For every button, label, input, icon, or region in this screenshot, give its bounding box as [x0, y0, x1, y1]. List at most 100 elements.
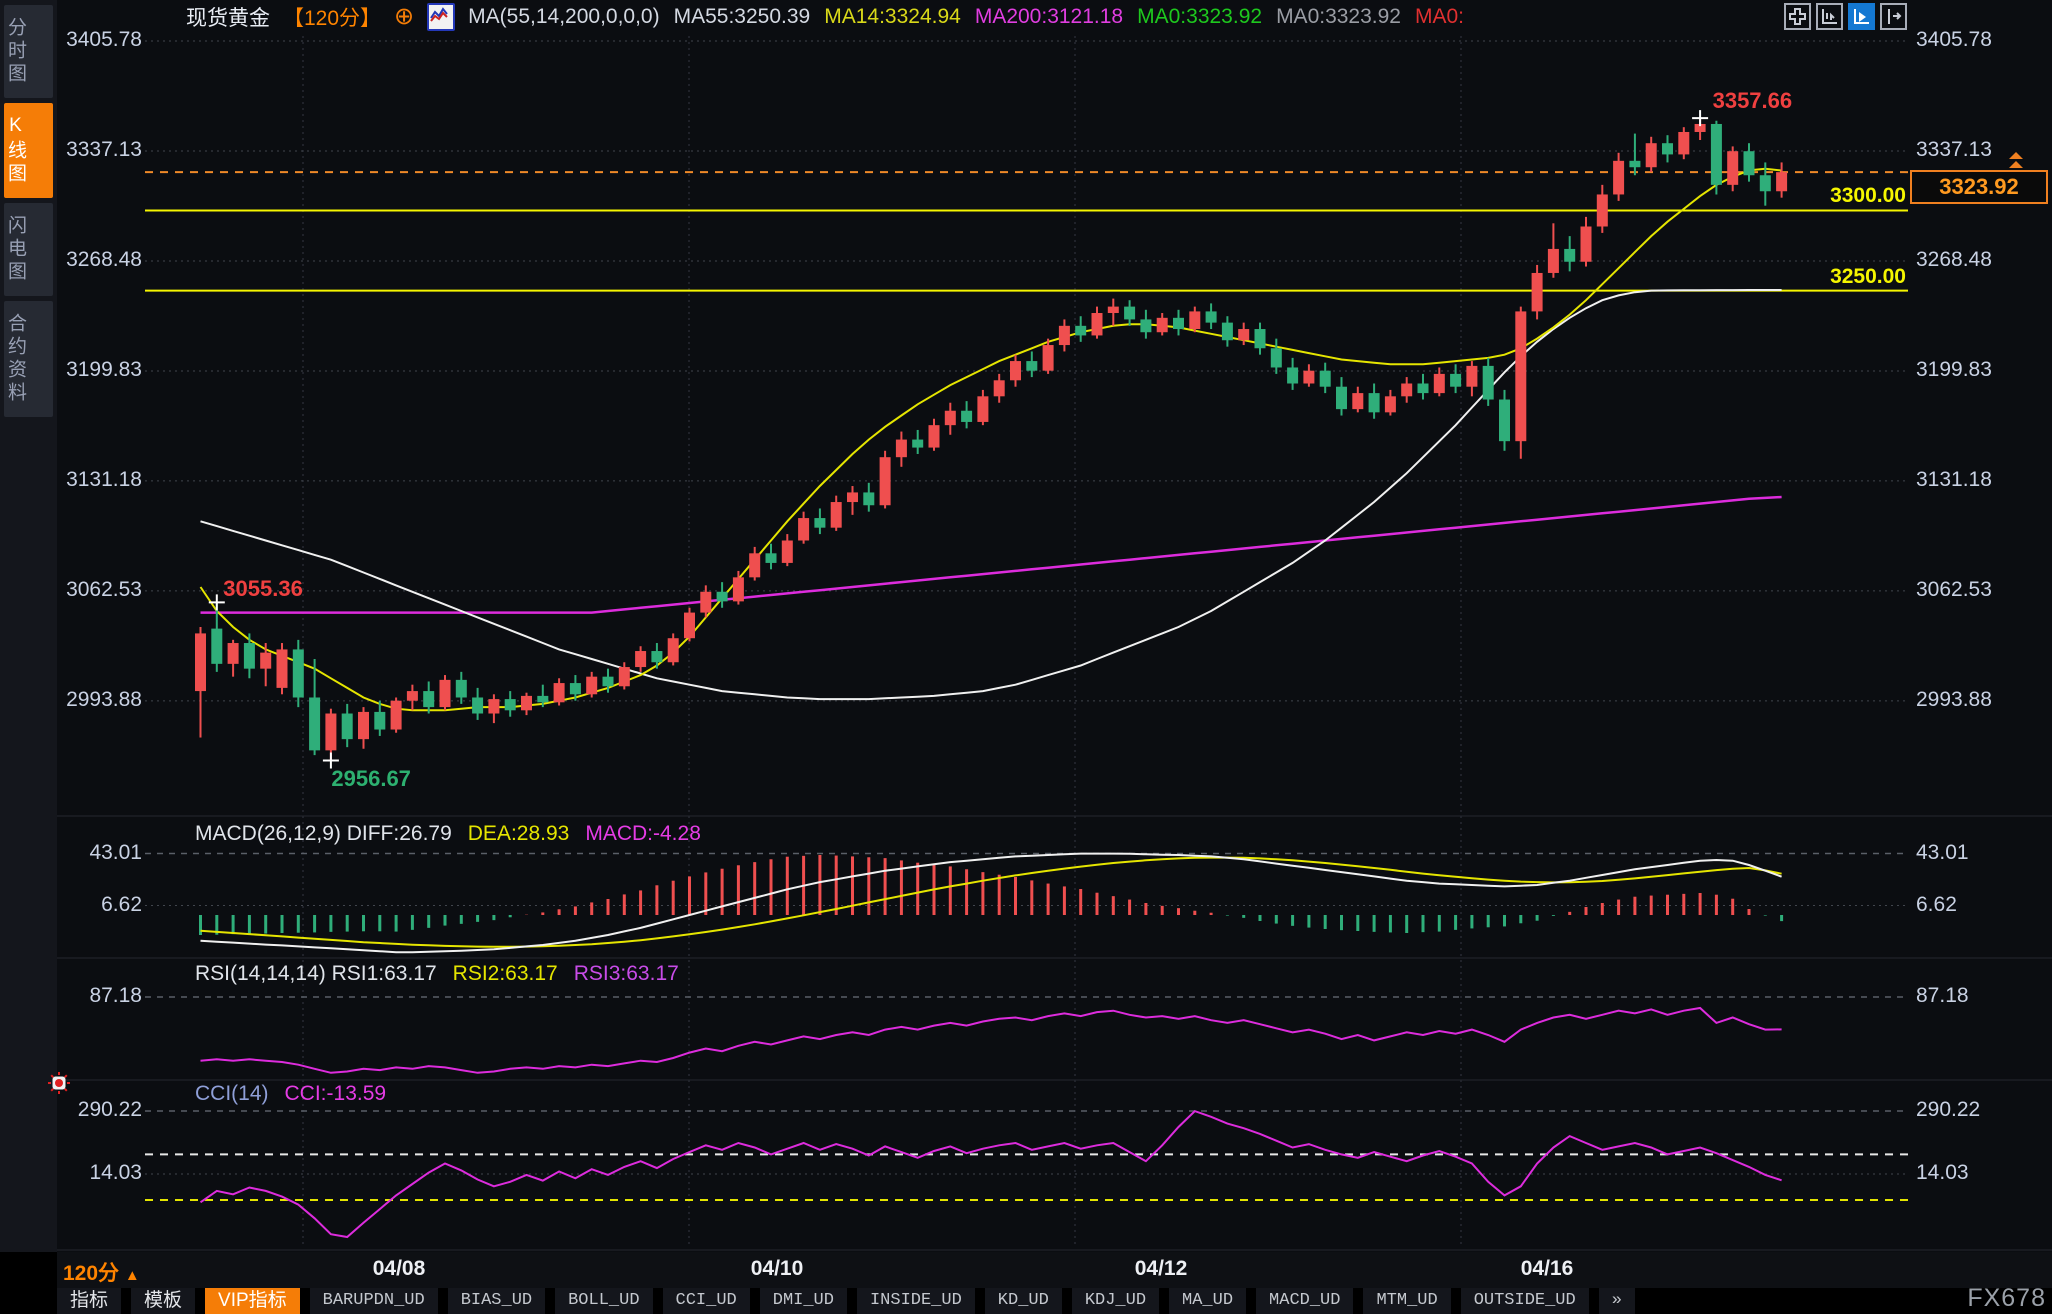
candle-body [1564, 248, 1576, 262]
candle-body [358, 711, 369, 740]
ma-legend-item: MA200:3121.18 [974, 5, 1124, 28]
sidebar-tab-合约资料[interactable]: 合约资料 [4, 301, 53, 417]
bottom-tab-DMI_UD[interactable]: DMI_UD [759, 1288, 847, 1314]
candle-body [1482, 365, 1494, 400]
alert-sun-icon[interactable] [48, 1072, 70, 1094]
price-axis-label-left: 3199.83 [66, 357, 142, 381]
extreme-price-label: 3055.36 [223, 576, 303, 602]
price-axis-label-right: 2993.88 [1916, 687, 1992, 711]
sidebar-tab-K线图[interactable]: K线图 [4, 103, 53, 198]
candle-body [781, 540, 793, 563]
bottom-tab-MA_UD[interactable]: MA_UD [1169, 1288, 1247, 1314]
candle-body [977, 396, 989, 422]
candle-body [260, 652, 272, 669]
candle-body [553, 683, 565, 703]
axis-play-button[interactable] [1848, 3, 1875, 30]
symbol-title: 现货黄金 [186, 7, 270, 30]
candle-body [537, 695, 549, 703]
candle-body [814, 518, 826, 528]
candle-body [390, 700, 402, 730]
price-up-arrows-icon [2006, 152, 2026, 174]
bottom-tab-OUTSIDE_UD[interactable]: OUTSIDE_UD [1460, 1288, 1589, 1314]
candle-body [684, 612, 695, 639]
rsi-axis-label-left: 87.18 [89, 984, 142, 1007]
sidebar-tab-闪电图[interactable]: 闪电图 [4, 203, 53, 296]
candle-body [439, 679, 451, 708]
bottom-tab-MACD_UD[interactable]: MACD_UD [1256, 1288, 1354, 1314]
bottom-tab-指标[interactable]: 指标 [57, 1288, 122, 1314]
candle-body [1417, 383, 1429, 394]
candle-body [325, 713, 337, 751]
candle-body [602, 676, 614, 687]
brand-watermark: FX678 [1967, 1284, 2046, 1312]
candle-body [243, 643, 255, 669]
candle-body [1058, 325, 1070, 346]
candle-body [455, 679, 467, 698]
candle-body [472, 697, 484, 714]
candle-body [1662, 143, 1673, 155]
axis-bars-button[interactable] [1816, 3, 1843, 30]
layout-grid-button[interactable] [1784, 3, 1811, 30]
candle-body [1124, 306, 1136, 320]
cci-axis-label-right: 14.03 [1916, 1161, 1969, 1184]
last-price-value: 3323.92 [1939, 174, 2019, 199]
price-axis-label-left: 3062.53 [66, 577, 142, 601]
macd-axis-label-left: 6.62 [101, 892, 142, 916]
price-axis-label-left: 3405.78 [66, 28, 142, 52]
level-label: 3250.00 [1830, 264, 1906, 288]
rsi-legend-item: RSI2:63.17 [452, 962, 558, 985]
bottom-tab-KD_UD[interactable]: KD_UD [984, 1288, 1062, 1314]
candle-body [1221, 322, 1233, 341]
candle-body [1140, 319, 1152, 333]
candle-body [341, 713, 353, 740]
candle-body [1173, 317, 1184, 330]
candle-body [847, 492, 858, 503]
collapse-panel-button[interactable] [1880, 3, 1907, 30]
bottom-tab-BARUPDN_UD[interactable]: BARUPDN_UD [309, 1288, 438, 1314]
macd-axis-label-right: 43.01 [1916, 840, 1969, 864]
candle-body [1499, 399, 1510, 442]
rsi-line [200, 1006, 1782, 1074]
candle-body [1303, 370, 1315, 384]
candle-body [1547, 248, 1559, 273]
trading-app-window: 分时图 K线图 闪电图 合约资料 现货黄金 【120分】 ⊕ MA(55,14,200… [0, 0, 2052, 1314]
candle-body [1401, 383, 1413, 397]
macd-legend-item: MACD:-4.28 [585, 822, 701, 845]
ma-legend-item: MA(55,14,200,0,0,0) [468, 5, 660, 28]
dea-line [200, 856, 1782, 948]
ma-legend-item: MA0:3323.92 [1276, 5, 1401, 28]
candle-body [895, 439, 907, 458]
candle-body [1026, 361, 1038, 371]
price-axis-label-right: 3131.18 [1916, 467, 1992, 491]
bottom-tab-VIP指标[interactable]: VIP指标 [205, 1288, 300, 1314]
cci-legend-item: CCI(14) [195, 1082, 269, 1105]
bottom-tab-KDJ_UD[interactable]: KDJ_UD [1071, 1288, 1160, 1314]
candle-body [423, 691, 435, 708]
line-chart-icon[interactable] [427, 3, 456, 31]
timeframe-indicator[interactable]: 120分 ▲ [63, 1257, 140, 1287]
candle-body [732, 577, 744, 602]
candles[interactable] [195, 118, 1788, 761]
candle-body [651, 651, 663, 663]
sidebar-tab-分时图[interactable]: 分时图 [4, 5, 53, 98]
bottom-tab-模板[interactable]: 模板 [131, 1288, 196, 1314]
bottom-tab-MTM_UD[interactable]: MTM_UD [1363, 1288, 1451, 1314]
macd-legend-item: DEA:28.93 [467, 822, 570, 845]
bottom-tab-INSIDE_UD[interactable]: INSIDE_UD [856, 1288, 975, 1314]
date-label: 04/08 [372, 1257, 426, 1280]
ma-legend-item: MA0: [1415, 5, 1465, 28]
extreme-price-label: 3357.66 [1712, 88, 1793, 114]
bottom-tab-BOLL_UD[interactable]: BOLL_UD [555, 1288, 653, 1314]
bottom-tab-BIAS_UD[interactable]: BIAS_UD [447, 1288, 546, 1314]
candle-body [1075, 325, 1087, 336]
bottom-tab-CCI_UD[interactable]: CCI_UD [662, 1288, 750, 1314]
candle-body [716, 591, 728, 602]
macd-axis-label-left: 43.01 [89, 840, 142, 864]
add-indicator-icon[interactable]: ⊕ [394, 5, 414, 29]
candle-body [292, 649, 304, 698]
candle-body [944, 410, 956, 426]
candle-body [227, 643, 239, 664]
price-axis-label-right: 3337.13 [1916, 138, 1992, 161]
price-axis-label-left: 3131.18 [66, 467, 142, 491]
bottom-tab-»[interactable]: » [1598, 1288, 1635, 1314]
